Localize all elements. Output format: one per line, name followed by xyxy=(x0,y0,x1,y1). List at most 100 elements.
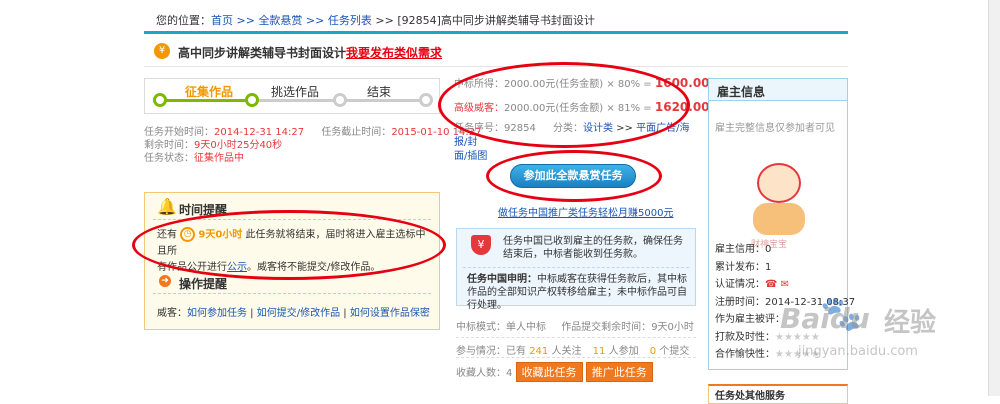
cat-poster-link-cont[interactable]: 面/插图 xyxy=(454,151,487,162)
ops-prefix: 威客： xyxy=(157,308,187,319)
reminder-text: 还有 ◷ 9天0小时 此任务就将结束，届时将进入雇主选标中且所 有作品公开进行公… xyxy=(157,227,435,276)
service-title: 任务处其他服务 xyxy=(715,391,785,402)
fav-value: 4 xyxy=(506,368,513,379)
service-panel: 任务处其他服务 xyxy=(708,384,848,404)
employer-header: 雇主信息 xyxy=(709,79,847,101)
favorite-button[interactable]: 收藏此任务 xyxy=(515,362,583,382)
baidu-brand: Baidu xyxy=(780,302,870,335)
submit-label: 作品提交剩余时间： xyxy=(561,322,652,333)
stats-row-fav: 收藏人数：4 收藏此任务 推广此任务 xyxy=(456,358,696,382)
window-right-edge xyxy=(988,0,1000,396)
reminder-days: 9天0小时 xyxy=(198,229,243,241)
baidu-url: jingyan.baidu.com xyxy=(798,344,918,359)
credit-label: 雇主信用： xyxy=(715,244,765,255)
ops-link-join[interactable]: 如何参加任务 xyxy=(187,308,247,319)
credit-value: 0 xyxy=(765,244,772,255)
breadcrumb-home[interactable]: 首页 xyxy=(211,14,233,27)
notice-p2-bold: 任务中国申明： xyxy=(467,274,537,285)
senior-label: 高级威客： xyxy=(454,103,504,114)
ops-title: 操作提醒 xyxy=(179,277,228,291)
task-logo-icon: ¥ xyxy=(154,43,170,59)
ops-link-submit[interactable]: 如何提交/修改作品 xyxy=(257,308,340,319)
watchers-unit: 人关注 xyxy=(551,346,582,357)
seq-label: 任务序号： xyxy=(454,123,504,134)
breadcrumb-tasklist[interactable]: 任务列表 xyxy=(328,14,372,27)
reminder-box: 🔔 时间提醒 还有 ◷ 9天0小时 此任务就将结束，届时将进入雇主选标中且所 有… xyxy=(144,192,440,330)
fav-label: 收藏人数： xyxy=(456,368,506,379)
task-title-bar: ¥ 高中同步讲解类辅导书封面设计 我要发布类似需求 xyxy=(144,31,848,67)
baidu-brand-cn: 经验 xyxy=(884,308,937,338)
notice-box: ¥ 任务中国已收到雇主的任务款，确保任务结束后，中标者能收到任务款。 任务中国申… xyxy=(456,228,696,311)
stats-row-join: 参与情况：已有 241 人关注 11 人参加 0 个提交 xyxy=(456,338,696,358)
status-label: 任务状态： xyxy=(144,153,194,164)
step-dot-1 xyxy=(153,93,167,107)
bid-row: 中标所得：2000.00元(任务金额) × 80% = 1600.00元 xyxy=(454,76,720,92)
ops-divider xyxy=(153,293,431,294)
senior-row: 高级威客：2000.00元(任务金额) × 81% = 1620.00元 xyxy=(454,100,720,116)
submit-value: 9天0小时 xyxy=(651,322,694,333)
reg-label: 注册时间： xyxy=(715,296,765,308)
task-stats: 中标模式：单人中标 作品提交剩余时间：9天0小时 参与情况：已有 241 人关注… xyxy=(456,318,696,382)
watchers-count: 241 xyxy=(529,346,549,357)
step-dot-3 xyxy=(333,93,347,107)
breadcrumb-sep: >> xyxy=(371,14,398,27)
shield-yen-icon: ¥ xyxy=(471,235,491,255)
start-label: 任务开始时间： xyxy=(144,127,214,138)
mode-label: 中标模式： xyxy=(456,322,506,333)
employer-hidden-note: 雇主完整信息仅参加者可见 xyxy=(715,123,835,134)
notice-p2: 任务中国申明：中标威客在获得任务款后，其中标作品的全部知识产权转移给雇主；未中标… xyxy=(467,273,691,312)
bell-icon: 🔔 xyxy=(157,197,177,216)
notice-divider xyxy=(463,267,689,268)
guarantee-link[interactable]: 做任务中国推广类任务轻松月赚5000元 xyxy=(498,204,673,219)
breadcrumb-current: [92854]高中同步讲解类辅导书封面设计 xyxy=(397,14,595,27)
reminder-line2b: 。威客将不能提交/修改作品。 xyxy=(247,261,381,273)
total-label: 累计发布： xyxy=(715,261,765,273)
stats-row-mode: 中标模式：单人中标 作品提交剩余时间：9天0小时 xyxy=(456,318,696,338)
join-task-button[interactable]: 参加此全款悬赏任务 xyxy=(510,164,636,188)
bid-label: 中标所得： xyxy=(454,79,504,90)
breadcrumb: 您的位置：首页 >> 全款悬赏 >> 任务列表 >> [92854]高中同步讲解… xyxy=(156,12,595,28)
promote-button[interactable]: 推广此任务 xyxy=(585,362,653,382)
senior-formula: 2000.00元(任务金额) × 81% = xyxy=(504,103,652,114)
seq-row: 任务序号：92854 分类：设计类 >> 平面广告/海报/封 面/插图 xyxy=(454,122,694,164)
breadcrumb-reward[interactable]: 全款悬赏 xyxy=(258,14,302,27)
reminder-title: 时间提醒 xyxy=(179,203,228,217)
task-title: 高中同步讲解类辅导书封面设计 xyxy=(178,46,347,60)
join-label: 参与情况：已有 xyxy=(456,346,526,357)
breadcrumb-sep: >> xyxy=(302,14,328,27)
ops-links: 威客：如何参加任务 | 如何提交/修改作品 | 如何设置作品保密 xyxy=(157,304,430,319)
start-value: 2014-12-31 14:27 xyxy=(214,127,305,138)
clock-icon: ◷ xyxy=(180,227,196,242)
mascot-image: 财神宝宝 xyxy=(735,161,825,251)
total-value: 1 xyxy=(765,261,772,273)
step-dot-2 xyxy=(245,93,259,107)
senior-amount: 1620.00 xyxy=(654,100,710,114)
public-link[interactable]: 公示 xyxy=(227,262,247,273)
ops-sep: | xyxy=(247,308,257,319)
breadcrumb-sep: >> xyxy=(233,14,259,27)
step-label-select: 挑选作品 xyxy=(271,85,320,99)
end-label: 任务截止时间： xyxy=(321,127,392,138)
remain-value: 9天0小时25分40秒 xyxy=(194,140,283,151)
cat-sep: >> xyxy=(613,123,637,134)
step-label-end: 结束 xyxy=(367,85,392,99)
status-value: 征集作品中 xyxy=(194,153,244,164)
participants-unit: 人参加 xyxy=(608,346,639,357)
mascot-body xyxy=(753,203,805,235)
auth-label: 认证情况： xyxy=(715,279,765,290)
post-similar-link[interactable]: 我要发布类似需求 xyxy=(346,44,442,61)
pay-label: 打款及时性： xyxy=(715,331,775,343)
reminder-line2a: 有作品公开进行 xyxy=(157,261,227,273)
bid-formula: 2000.00元(任务金额) × 80% = xyxy=(504,79,652,90)
seq-value: 92854 xyxy=(504,123,536,134)
employer-title: 雇主信息 xyxy=(717,85,766,99)
auth-phone-icon: ☎ xyxy=(765,279,778,290)
step-label-collect: 征集作品 xyxy=(185,85,234,99)
breadcrumb-prefix: 您的位置： xyxy=(156,14,211,27)
ops-link-secret[interactable]: 如何设置作品保密 xyxy=(350,308,430,319)
cat-design-link[interactable]: 设计类 xyxy=(583,123,613,134)
join-task-label: 参加此全款悬赏任务 xyxy=(523,169,623,182)
step-dot-4 xyxy=(419,93,433,107)
mode-value: 单人中标 xyxy=(506,322,546,333)
reminder-divider xyxy=(153,219,431,220)
